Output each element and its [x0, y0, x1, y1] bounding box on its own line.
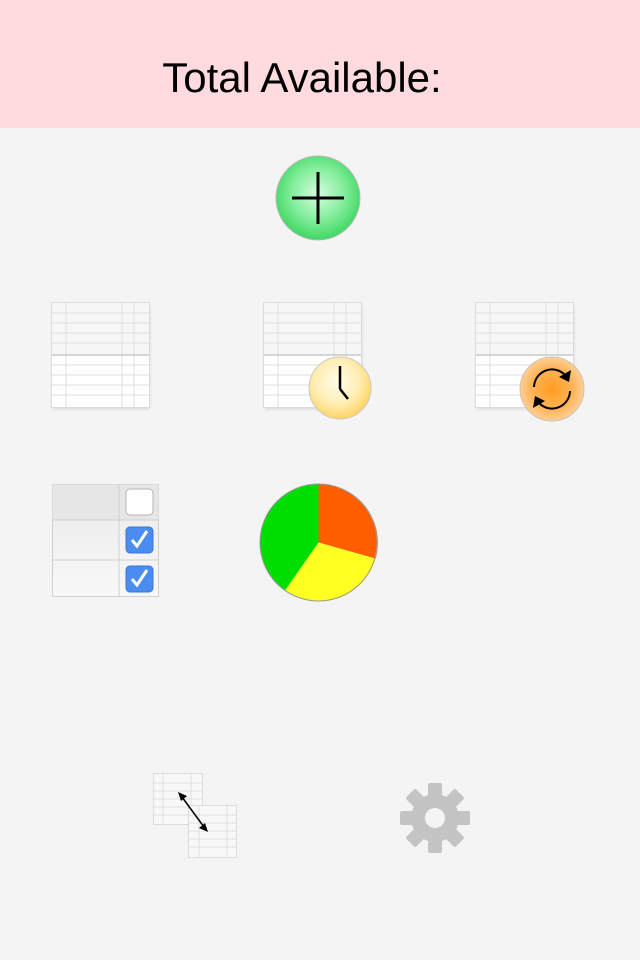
spreadsheet-sync-tile[interactable] — [476, 303, 586, 422]
spreadsheet-clock-tile[interactable] — [264, 303, 374, 421]
spreadsheet-icon — [52, 303, 149, 407]
header-bar: Total Available: — [0, 0, 640, 128]
pie-chart-tile[interactable] — [259, 483, 378, 602]
page-title: Total Available: — [162, 54, 442, 101]
sync-icon — [519, 356, 585, 422]
pie-chart-icon — [259, 483, 378, 602]
checklist-tile[interactable] — [52, 484, 160, 598]
spreadsheet-tile[interactable] — [52, 303, 150, 408]
gear-icon — [400, 783, 470, 853]
checklist-icon — [52, 484, 159, 597]
clock-icon — [308, 356, 372, 420]
resize-sheets-icon — [153, 773, 237, 858]
resize-sheets-button[interactable] — [153, 773, 238, 859]
settings-button[interactable] — [399, 782, 471, 854]
add-button[interactable] — [275, 155, 361, 241]
plus-icon — [275, 155, 361, 241]
